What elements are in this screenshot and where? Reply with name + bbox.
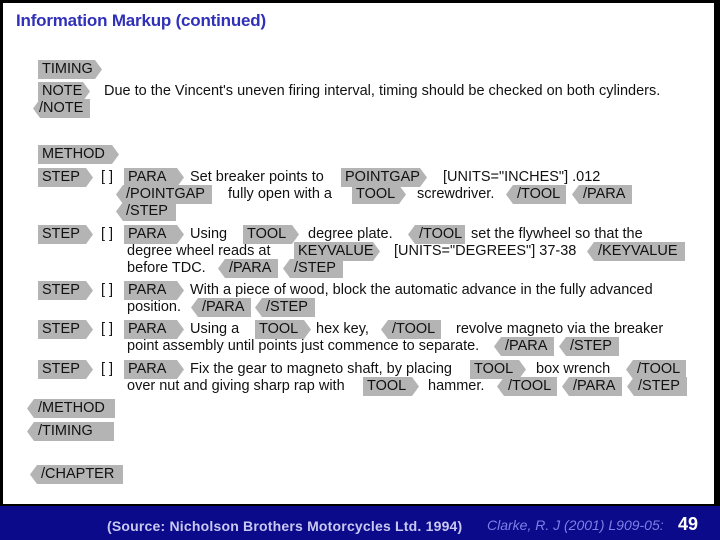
tag-step-end: /STEP [559, 337, 619, 356]
step-text: With a piece of wood, block the automati… [190, 282, 653, 298]
step-text: degree plate. [308, 226, 393, 242]
tag-step-end: /STEP [255, 298, 315, 317]
tag-step: STEP [38, 168, 93, 187]
tag-pointgap-end: /POINTGAP [116, 185, 212, 204]
note-text: Due to the Vincent's uneven firing inter… [104, 83, 661, 99]
tag-para: PARA [124, 168, 184, 187]
tag-para-end: /PARA [494, 337, 554, 356]
tag-keyvalue-end: /KEYVALUE [587, 242, 685, 261]
tag-timing-end: /TIMING [27, 422, 114, 441]
tag-pointgap: POINTGAP [341, 168, 427, 187]
tag-para-end: /PARA [572, 185, 632, 204]
tag-tool-end: /TOOL [497, 377, 557, 396]
tag-step: STEP [38, 360, 93, 379]
step-text: position. [127, 299, 182, 315]
tag-step-end: /STEP [627, 377, 687, 396]
tag-tool-end: /TOOL [626, 360, 686, 379]
tag-step: STEP [38, 225, 93, 244]
step-text: revolve magneto via the breaker [456, 321, 664, 337]
step-text: over nut and giving sharp rap with [127, 378, 345, 394]
tag-step-end: /STEP [283, 259, 343, 278]
tag-para-end: /PARA [218, 259, 278, 278]
tag-tool-end: /TOOL [506, 185, 566, 204]
step-text: fully open with a [228, 186, 332, 202]
tag-note-end: /NOTE [33, 99, 90, 118]
page-number: 49 [678, 514, 699, 534]
author-citation: Clarke, R. J (2001) L909-05: [487, 517, 664, 533]
step-checkbox: [ ] [101, 226, 114, 242]
tag-para-end: /PARA [562, 377, 622, 396]
tag-step: STEP [38, 320, 93, 339]
tag-tool: TOOL [363, 377, 419, 396]
step-checkbox: [ ] [101, 282, 114, 298]
tag-step-end: /STEP [116, 202, 176, 221]
tag-tool: TOOL [352, 185, 406, 204]
step-checkbox: [ ] [101, 169, 114, 185]
tag-chapter-end: /CHAPTER [30, 465, 123, 484]
step-text: [UNITS="DEGREES"] 37-38 [394, 243, 577, 259]
step-text: screwdriver. [417, 186, 495, 202]
step-text: point assembly until points just commenc… [127, 338, 480, 354]
tag-note: NOTE [38, 82, 90, 101]
tag-keyvalue: KEYVALUE [294, 242, 380, 261]
step-checkbox: [ ] [101, 321, 114, 337]
step-checkbox: [ ] [101, 361, 114, 377]
tag-timing: TIMING [38, 60, 102, 79]
step-text: before TDC. [127, 260, 206, 276]
step-text: hammer. [428, 378, 485, 394]
tag-para-end: /PARA [191, 298, 251, 317]
slide-title: Information Markup (continued) [16, 11, 266, 30]
tag-step: STEP [38, 281, 93, 300]
step-text: box wrench [536, 361, 611, 377]
tag-method: METHOD [38, 145, 119, 164]
source-citation: (Source: Nicholson Brothers Motorcycles … [107, 518, 463, 534]
tag-method-end: /METHOD [27, 399, 115, 418]
